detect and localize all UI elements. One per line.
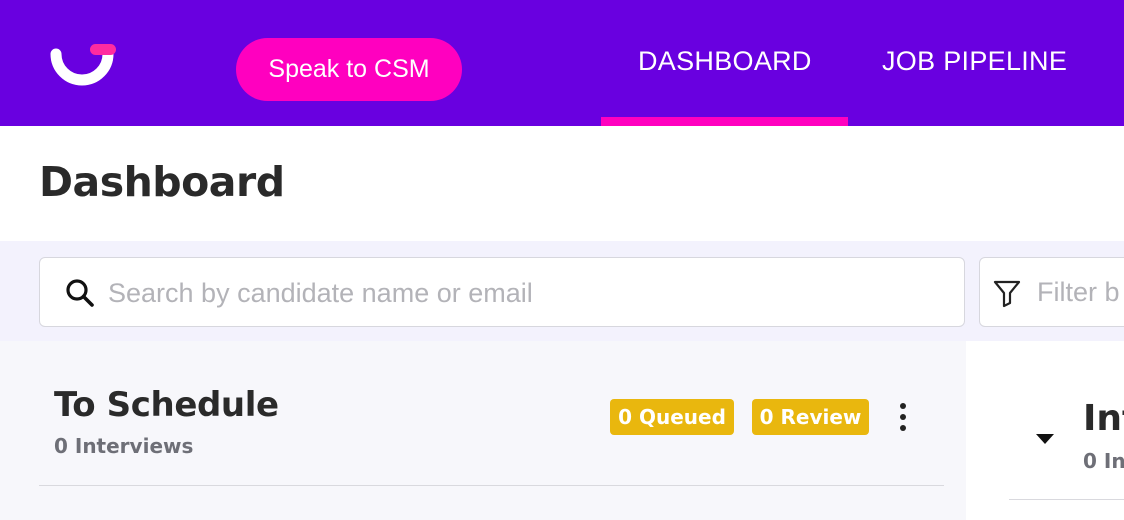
caret-down-icon[interactable] [1036,434,1054,444]
speak-to-csm-button[interactable]: Speak to CSM [236,38,462,101]
nav-tab-job-pipeline[interactable]: JOB PIPELINE [882,46,1067,82]
filter-funnel-icon [993,280,1021,308]
column-title-partial: Int [1083,398,1124,439]
filter-field[interactable]: Filter b [979,257,1124,327]
queued-badge: 0 Queued [610,399,734,435]
column-interview-count: 0 Interviews [54,434,194,458]
search-icon [66,279,94,307]
column-divider [39,485,944,486]
more-vertical-icon[interactable] [896,402,910,432]
active-tab-indicator [601,117,848,126]
search-field[interactable] [39,257,965,327]
column-title: To Schedule [54,385,279,425]
column-interview-count-partial: 0 In [1083,449,1124,473]
top-navigation-bar: Speak to CSM DASHBOARD JOB PIPELINE [0,0,1124,126]
filter-placeholder: Filter b [1037,277,1120,307]
search-input[interactable] [108,270,928,316]
brand-logo-icon[interactable] [46,40,118,90]
page-title: Dashboard [39,158,285,206]
review-badge: 0 Review [752,399,869,435]
column-divider-partial [1009,499,1124,500]
nav-tab-dashboard[interactable]: DASHBOARD [638,46,812,82]
